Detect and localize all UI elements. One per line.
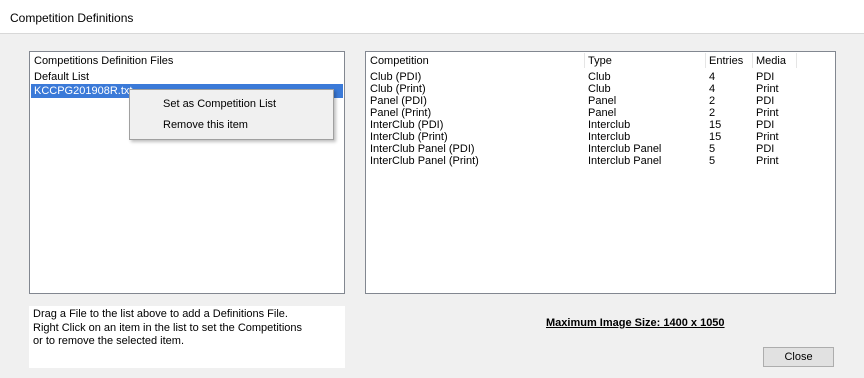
cell-type: Interclub Panel	[588, 155, 662, 167]
cell-entries: 2	[709, 95, 716, 107]
cell-media: Print	[756, 107, 779, 119]
cell-type: Interclub	[588, 119, 631, 131]
cell-competition: Panel (PDI)	[370, 95, 427, 107]
table-row[interactable]: InterClub Panel (PDI) Interclub Panel 5 …	[366, 143, 835, 155]
cell-type: Panel	[588, 95, 617, 107]
cell-media: PDI	[756, 95, 775, 107]
cell-entries: 4	[709, 83, 716, 95]
competitions-table[interactable]: Competition Type Entries Media Club (PDI…	[365, 51, 836, 294]
cell-competition: InterClub Panel (Print)	[370, 155, 479, 167]
files-list-header: Competitions Definition Files	[34, 55, 174, 67]
menu-item-set-competition-list[interactable]: Set as Competition List	[131, 94, 332, 114]
cell-media: Print	[756, 155, 779, 167]
cell-competition: InterClub Panel (PDI)	[370, 143, 475, 155]
file-item-default-list[interactable]: Default List	[31, 70, 343, 84]
table-row[interactable]: Panel (Print) Panel 2 Print	[366, 107, 835, 119]
cell-entries: 15	[709, 131, 722, 143]
cell-entries: 15	[709, 119, 722, 131]
window-title: Competition Definitions	[10, 11, 134, 25]
cell-entries: 4	[709, 71, 716, 83]
cell-competition: InterClub (PDI)	[370, 119, 444, 131]
max-image-size-label: Maximum Image Size: 1400 x 1050	[546, 317, 725, 329]
column-divider	[796, 53, 797, 68]
table-row[interactable]: Club (Print) Club 4 Print	[366, 83, 835, 95]
table-row[interactable]: Club (PDI) Club 4 PDI	[366, 71, 835, 83]
cell-competition: InterClub (Print)	[370, 131, 448, 143]
menu-item-remove-item[interactable]: Remove this item	[131, 115, 332, 135]
cell-media: PDI	[756, 119, 775, 131]
column-header-competition[interactable]: Competition	[370, 54, 429, 68]
column-header-type[interactable]: Type	[588, 54, 612, 68]
cell-competition: Panel (Print)	[370, 107, 432, 119]
cell-type: Club	[588, 71, 611, 83]
cell-media: Print	[756, 83, 779, 95]
cell-entries: 5	[709, 143, 716, 155]
cell-media: Print	[756, 131, 779, 143]
table-row[interactable]: Panel (PDI) Panel 2 PDI	[366, 95, 835, 107]
cell-entries: 2	[709, 107, 716, 119]
column-divider	[752, 53, 753, 68]
cell-type: Interclub Panel	[588, 143, 662, 155]
cell-competition: Club (PDI)	[370, 71, 422, 83]
cell-type: Interclub	[588, 131, 631, 143]
table-row[interactable]: InterClub (Print) Interclub 15 Print	[366, 131, 835, 143]
column-header-entries[interactable]: Entries	[709, 54, 743, 68]
context-menu: Set as Competition List Remove this item	[129, 89, 334, 140]
table-row[interactable]: InterClub Panel (Print) Interclub Panel …	[366, 155, 835, 167]
cell-type: Panel	[588, 107, 617, 119]
title-bar: Competition Definitions	[0, 0, 864, 34]
cell-entries: 5	[709, 155, 716, 167]
help-line: or to remove the selected item.	[33, 335, 185, 347]
help-text-box: Drag a File to the list above to add a D…	[29, 306, 345, 368]
cell-competition: Club (Print)	[370, 83, 426, 95]
cell-type: Club	[588, 83, 611, 95]
table-row[interactable]: InterClub (PDI) Interclub 15 PDI	[366, 119, 835, 131]
column-header-media[interactable]: Media	[756, 54, 786, 68]
competition-definitions-window: Competition Definitions Competitions Def…	[0, 0, 864, 378]
help-line: Drag a File to the list above to add a D…	[33, 308, 288, 320]
close-button[interactable]: Close	[763, 347, 834, 367]
help-line: Right Click on an item in the list to se…	[33, 321, 303, 334]
definition-files-list[interactable]: Competitions Definition Files Default Li…	[29, 51, 345, 294]
cell-media: PDI	[756, 71, 775, 83]
column-divider	[584, 53, 585, 68]
cell-media: PDI	[756, 143, 775, 155]
column-divider	[705, 53, 706, 68]
